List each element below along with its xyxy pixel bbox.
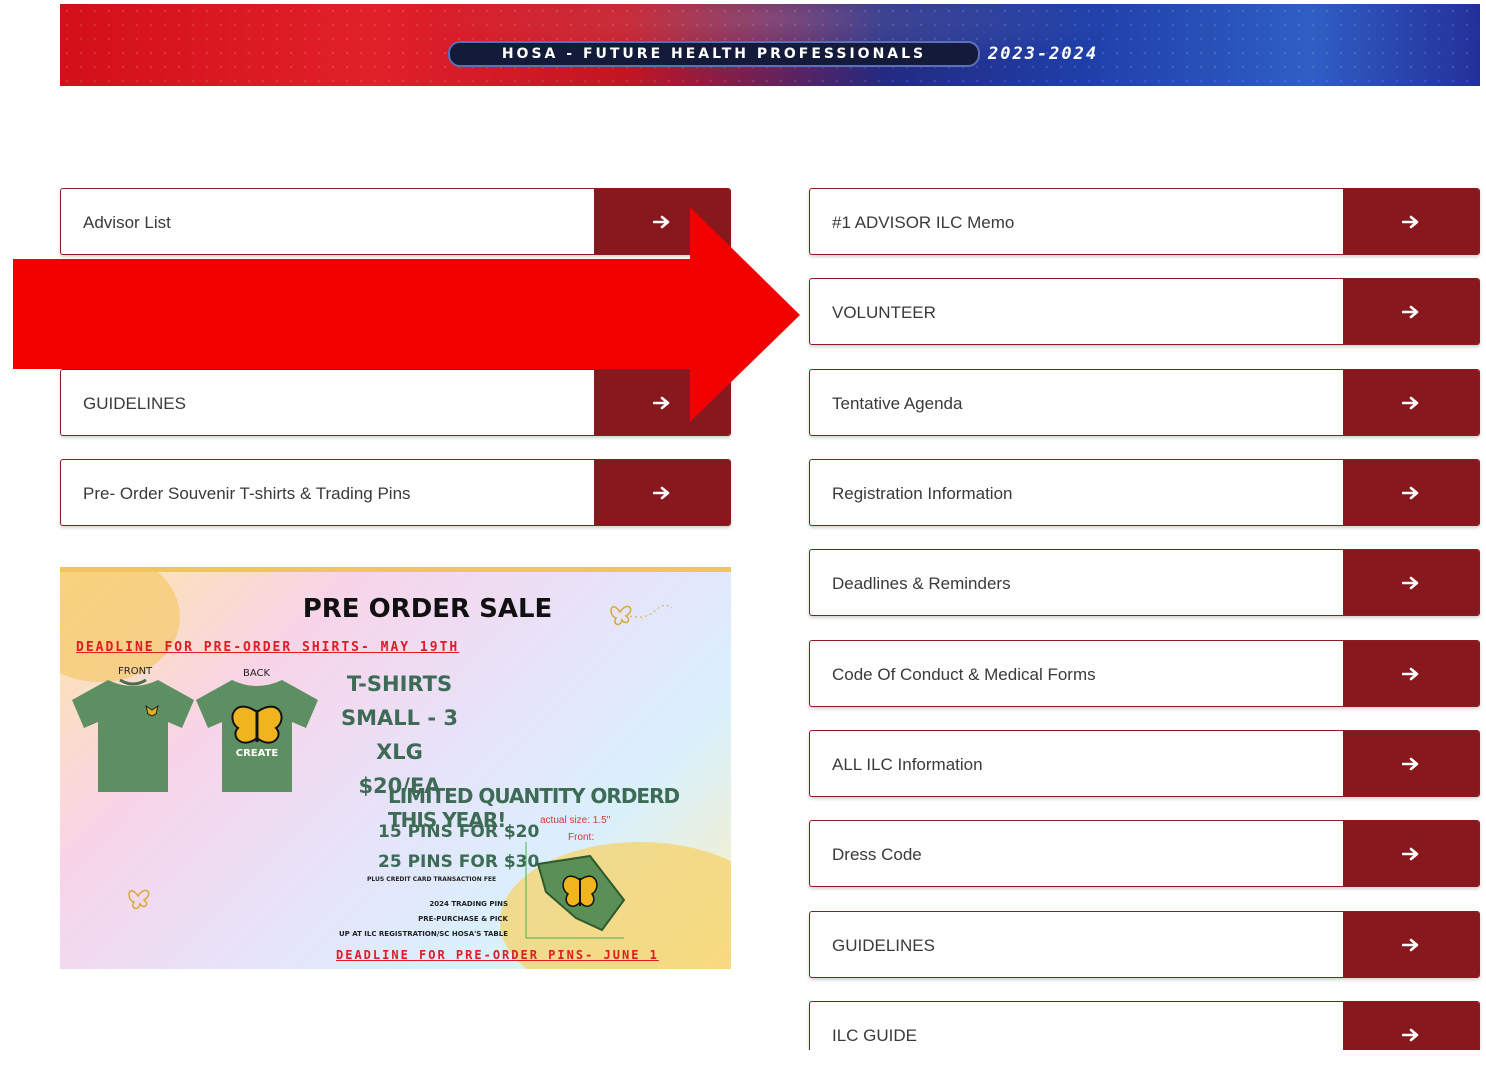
arrow-right-icon [653, 215, 670, 228]
link-arrow-button[interactable] [1343, 912, 1479, 977]
link-arrow-button[interactable] [1343, 370, 1479, 435]
header-banner: HOSA - FUTURE HEALTH PROFESSIONALS 2023-… [60, 4, 1480, 86]
trading-pin-image [525, 842, 626, 939]
page-bottom-edge [0, 1050, 1486, 1068]
all-ilc-information-link[interactable]: ALL ILC Information [809, 730, 1480, 797]
pins-fee-note: PLUS CREDIT CARD TRANSACTION FEE [367, 876, 497, 883]
guidelines-link-left[interactable]: GUIDELINES [60, 369, 731, 436]
registration-information-link[interactable]: Registration Information [809, 459, 1480, 526]
banner-org-name: HOSA - FUTURE HEALTH PROFESSIONALS [448, 41, 980, 67]
arrow-right-icon [1402, 667, 1419, 680]
pins-offer-25: 25 PINS FOR $30 [378, 852, 540, 872]
advisor-ilc-memo-link[interactable]: #1 ADVISOR ILC Memo [809, 188, 1480, 255]
link-label: GUIDELINES [83, 394, 186, 413]
tshirt-sizes: SMALL - 3 XLG [341, 706, 458, 764]
flyer-decoration [60, 572, 180, 682]
tshirt-heading: T-SHIRTS [346, 672, 453, 696]
link-arrow-button[interactable] [1343, 550, 1479, 615]
preorder-souvenir-link[interactable]: Pre- Order Souvenir T-shirts & Trading P… [60, 459, 731, 526]
arrow-right-icon [1402, 215, 1419, 228]
arrow-right-icon [1402, 938, 1419, 951]
link-label: Tentative Agenda [832, 394, 963, 413]
link-arrow-button[interactable] [594, 189, 730, 254]
link-arrow-button[interactable] [1343, 279, 1479, 344]
link-arrow-button[interactable] [594, 370, 730, 435]
arrow-right-icon [1402, 1028, 1419, 1041]
link-arrow-button[interactable] [1343, 460, 1479, 525]
tshirt-back-image: CREATE [196, 680, 318, 792]
link-label: Code Of Conduct & Medical Forms [832, 665, 1096, 684]
preorder-sale-flyer[interactable]: PRE ORDER SALE DEADLINE FOR PRE-ORDER SH… [60, 567, 731, 969]
arrow-right-icon [1402, 396, 1419, 409]
arrow-right-icon [1402, 847, 1419, 860]
butterfly-decoration-icon [128, 889, 150, 910]
link-label: Registration Information [832, 484, 1013, 503]
code-of-conduct-link[interactable]: Code Of Conduct & Medical Forms [809, 640, 1480, 707]
guidelines-link-right[interactable]: GUIDELINES [809, 911, 1480, 978]
link-label: #1 ADVISOR ILC Memo [832, 213, 1015, 232]
pins-offer-15: 15 PINS FOR $20 [378, 822, 540, 842]
link-label: Pre- Order Souvenir T-shirts & Trading P… [83, 484, 411, 503]
arrow-right-icon [653, 486, 670, 499]
link-arrow-button[interactable] [1343, 821, 1479, 886]
svg-text:CREATE: CREATE [236, 748, 279, 759]
arrow-right-icon [1402, 576, 1419, 589]
link-label: ALL ILC Information [832, 755, 983, 774]
link-label: Dress Code [832, 845, 922, 864]
link-arrow-button[interactable] [1343, 731, 1479, 796]
trading-pins-line: UP AT ILC REGISTRATION/SC HOSA'S TABLE [338, 930, 508, 938]
tentative-agenda-link[interactable]: Tentative Agenda [809, 369, 1480, 436]
link-label: Deadlines & Reminders [832, 574, 1011, 593]
tshirt-front-image [72, 678, 194, 792]
link-label: Advisor List [83, 213, 171, 232]
deadlines-reminders-link[interactable]: Deadlines & Reminders [809, 549, 1480, 616]
advisor-list-link[interactable]: Advisor List [60, 188, 731, 255]
arrow-right-icon [653, 396, 670, 409]
dress-code-link[interactable]: Dress Code [809, 820, 1480, 887]
trading-pins-line: PRE-PURCHASE & PICK [418, 915, 508, 923]
trading-pins-note: 2024 TRADING PINS PRE-PURCHASE & PICK UP… [322, 897, 508, 942]
volunteer-link[interactable]: VOLUNTEER [809, 278, 1480, 345]
arrow-right-icon [1402, 305, 1419, 318]
link-arrow-button[interactable] [594, 460, 730, 525]
flyer-shirt-deadline: DEADLINE FOR PRE-ORDER SHIRTS- MAY 19TH [76, 640, 460, 655]
pin-actual-size: actual size: 1.5" [540, 815, 611, 826]
arrow-right-icon [1402, 486, 1419, 499]
flyer-pins-deadline: DEADLINE FOR PRE-ORDER PINS- JUNE 1 [336, 948, 659, 962]
link-label: GUIDELINES [832, 936, 935, 955]
tshirt-info: T-SHIRTS SMALL - 3 XLG $20/EA [332, 667, 467, 803]
link-arrow-button[interactable] [1343, 189, 1479, 254]
link-label: VOLUNTEER [832, 303, 936, 322]
link-arrow-button[interactable] [1343, 641, 1479, 706]
banner-title-graphic [430, 4, 1150, 28]
trading-pins-line: 2024 TRADING PINS [429, 900, 508, 908]
butterfly-decoration-icon [610, 604, 673, 626]
banner-year: 2023-2024 [988, 44, 1099, 64]
arrow-right-icon [1402, 757, 1419, 770]
